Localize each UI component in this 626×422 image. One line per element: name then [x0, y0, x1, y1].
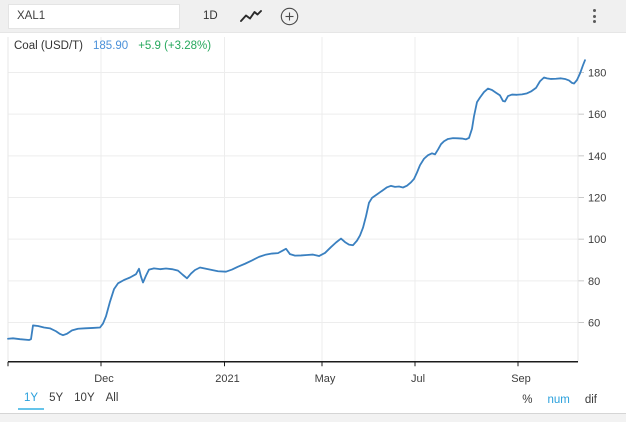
chart-region: 60 80 100 120 140 160 180 Dec 2021 May Jul Sep Coal…	[0, 33, 626, 386]
chart-header: Coal (USD/T) 185.90 +5.9 (+3.28%)	[14, 40, 211, 52]
price-change: +5.9 (+3.28%)	[138, 40, 211, 52]
top-toolbar: 1D	[0, 0, 626, 33]
y-axis-label: 60	[588, 318, 600, 330]
y-axis-label: 100	[588, 234, 606, 246]
y-axis-label: 120	[588, 193, 606, 205]
price-chart-svg[interactable]: 60 80 100 120 140 160 180 Dec 2021 May Jul Sep	[0, 33, 626, 386]
range-10y[interactable]: 10Y	[74, 389, 94, 411]
x-axis-label: Jul	[411, 373, 425, 385]
range-selector: 1Y 5Y 10Y All	[0, 389, 118, 411]
chart-type-button[interactable]	[240, 9, 262, 24]
y-axis-label: 180	[588, 68, 606, 80]
mode-num[interactable]: num	[547, 394, 569, 406]
menu-button[interactable]	[593, 9, 596, 23]
line-chart-icon	[240, 9, 262, 24]
kebab-dot	[593, 15, 596, 18]
x-axis-label: 2021	[215, 373, 239, 385]
price-line	[8, 60, 585, 340]
mode-dif[interactable]: dif	[585, 394, 597, 406]
last-price: 185.90	[93, 40, 128, 52]
x-axis-label: Dec	[94, 373, 114, 385]
plus-circle-icon	[280, 7, 299, 26]
interval-button[interactable]: 1D	[203, 10, 218, 22]
range-1y[interactable]: 1Y	[24, 389, 38, 411]
kebab-dot	[593, 9, 596, 12]
y-axis-label: 160	[588, 109, 606, 121]
add-indicator-button[interactable]	[280, 7, 299, 26]
range-5y[interactable]: 5Y	[49, 389, 63, 411]
mode-percent[interactable]: %	[522, 394, 532, 406]
instrument-title: Coal (USD/T)	[14, 40, 83, 52]
x-axis-label: Sep	[511, 373, 531, 385]
x-axis-label: May	[315, 373, 336, 385]
mode-selector: % num dif	[522, 394, 626, 406]
price-chart-widget: 1D 60 80 100 120 140 160 180 Dec 2021 May Jul Sep C…	[0, 0, 626, 414]
kebab-dot	[593, 20, 596, 23]
symbol-input[interactable]	[8, 4, 180, 29]
y-axis-label: 140	[588, 151, 606, 163]
bottom-toolbar: 1Y 5Y 10Y All % num dif	[0, 386, 626, 413]
range-all[interactable]: All	[106, 389, 119, 411]
y-axis-label: 80	[588, 276, 600, 288]
